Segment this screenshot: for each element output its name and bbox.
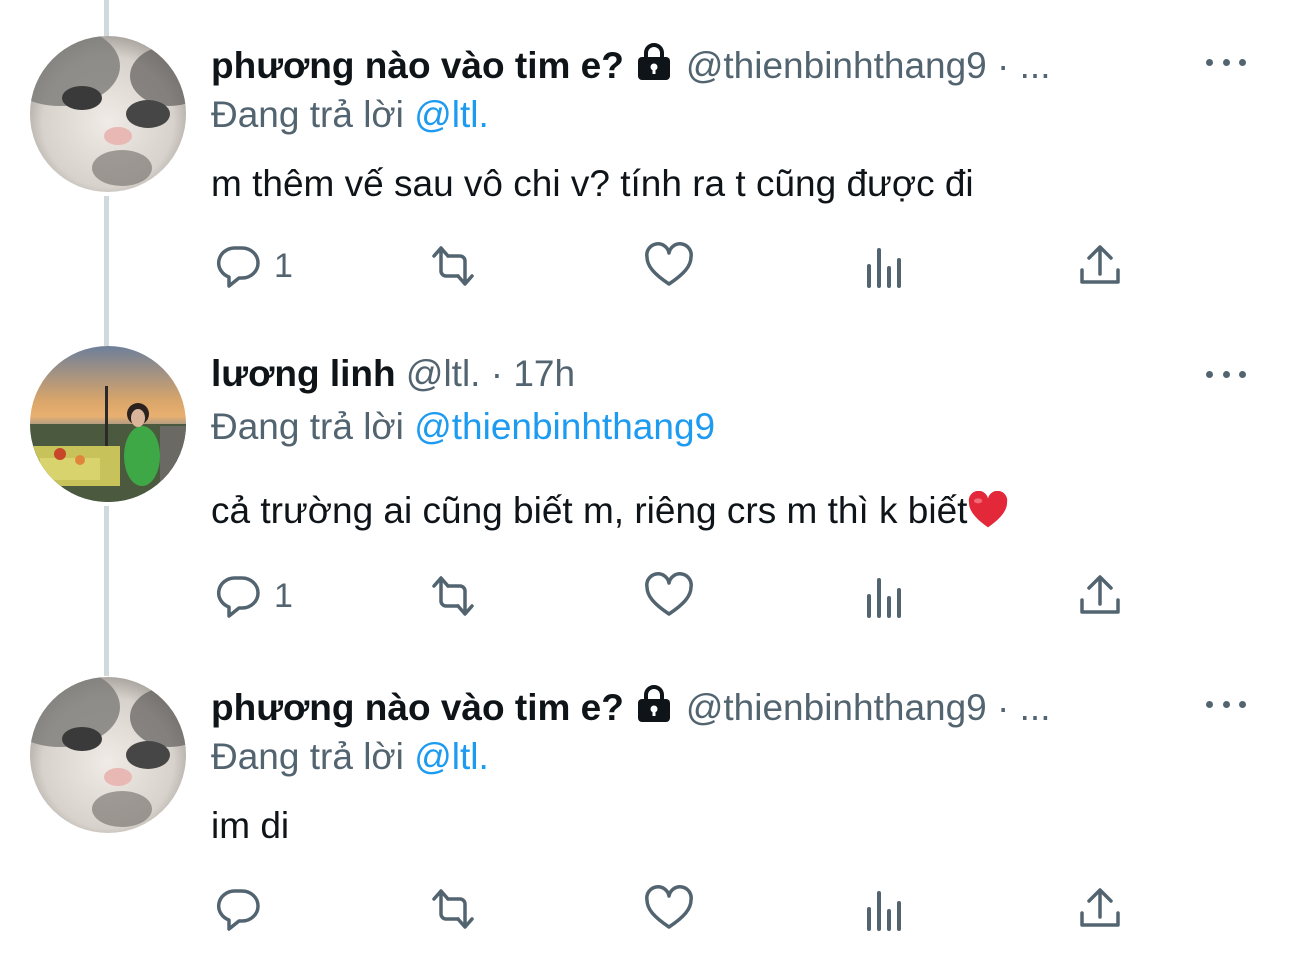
more-options-icon[interactable] bbox=[1206, 364, 1246, 384]
retweet-button[interactable] bbox=[426, 572, 480, 620]
tweet-meta: · ... bbox=[997, 45, 1051, 86]
analytics-icon bbox=[867, 891, 901, 931]
like-button[interactable] bbox=[644, 242, 694, 290]
reply-icon bbox=[216, 889, 260, 931]
like-button[interactable] bbox=[644, 885, 694, 933]
tweet-timestamp[interactable]: · 17h bbox=[491, 353, 575, 394]
retweet-icon bbox=[432, 889, 474, 929]
tweet-actions: 1 bbox=[0, 572, 1290, 632]
reply-mention-link[interactable]: @ltl. bbox=[414, 736, 489, 777]
display-name[interactable]: lương linh bbox=[211, 353, 396, 394]
share-button[interactable] bbox=[1078, 242, 1122, 290]
heart-icon bbox=[645, 885, 693, 929]
lock-icon bbox=[634, 684, 674, 735]
tweet-text-container: cả trường ai cũng biết m, riêng crs m th… bbox=[211, 487, 1009, 541]
more-options-icon[interactable] bbox=[1206, 694, 1246, 714]
tweet[interactable]: phương nào vào tim e? @thienbinhthang9 · … bbox=[0, 0, 1290, 330]
share-icon bbox=[1080, 888, 1120, 927]
tweet-actions bbox=[0, 885, 1290, 945]
replying-to: Đang trả lời @ltl. bbox=[211, 734, 489, 780]
replying-to-label: Đang trả lời bbox=[211, 94, 404, 135]
tweet[interactable]: lương linh @ltl. · 17h Đang trả lời @thi… bbox=[0, 330, 1290, 660]
reply-icon bbox=[216, 576, 260, 618]
tweet-header: lương linh @ltl. · 17h bbox=[211, 351, 575, 397]
analytics-icon bbox=[867, 248, 901, 288]
views-button[interactable] bbox=[864, 885, 908, 933]
reply-count: 1 bbox=[274, 576, 293, 615]
user-handle[interactable]: @thienbinhthang9 bbox=[686, 45, 987, 86]
retweet-button[interactable] bbox=[426, 242, 480, 290]
lock-icon bbox=[634, 42, 674, 93]
retweet-button[interactable] bbox=[426, 885, 480, 933]
avatar[interactable] bbox=[30, 677, 186, 833]
retweet-icon bbox=[432, 576, 474, 616]
tweet-meta: · ... bbox=[997, 687, 1051, 728]
reply-mention-link[interactable]: @thienbinhthang9 bbox=[414, 406, 715, 447]
retweet-icon bbox=[432, 246, 474, 286]
cat-avatar-image bbox=[30, 677, 186, 833]
more-options-icon[interactable] bbox=[1206, 52, 1246, 72]
reply-button[interactable] bbox=[214, 885, 274, 933]
share-button[interactable] bbox=[1078, 572, 1122, 620]
tweet-text: cả trường ai cũng biết m, riêng crs m th… bbox=[211, 490, 968, 531]
tweet-text: m thêm vế sau vô chi v? tính ra t cũng đ… bbox=[211, 163, 974, 204]
share-icon bbox=[1080, 575, 1120, 614]
heart-icon bbox=[645, 572, 693, 616]
views-button[interactable] bbox=[864, 572, 908, 620]
cat-avatar-image bbox=[30, 36, 186, 192]
reply-count: 1 bbox=[274, 246, 293, 285]
avatar[interactable] bbox=[30, 346, 186, 502]
reply-icon bbox=[216, 246, 260, 288]
like-button[interactable] bbox=[644, 572, 694, 620]
tweet-header: phương nào vào tim e? @thienbinhthang9 · … bbox=[211, 42, 1051, 93]
reply-button[interactable]: 1 bbox=[214, 572, 293, 620]
tweet-header: phương nào vào tim e? @thienbinhthang9 · … bbox=[211, 684, 1051, 735]
user-handle[interactable]: @thienbinhthang9 bbox=[686, 687, 987, 728]
replying-to-label: Đang trả lời bbox=[211, 406, 404, 447]
tweet[interactable]: phương nào vào tim e? @thienbinhthang9 · … bbox=[0, 660, 1290, 959]
heart-icon bbox=[645, 242, 693, 286]
reply-mention-link[interactable]: @ltl. bbox=[414, 94, 489, 135]
share-button[interactable] bbox=[1078, 885, 1122, 933]
views-button[interactable] bbox=[864, 242, 908, 290]
analytics-icon bbox=[867, 578, 901, 618]
display-name[interactable]: phương nào vào tim e? bbox=[211, 45, 624, 86]
display-name[interactable]: phương nào vào tim e? bbox=[211, 687, 624, 728]
replying-to: Đang trả lời @ltl. bbox=[211, 92, 489, 138]
red-heart-emoji bbox=[967, 490, 1009, 541]
replying-to-label: Đang trả lời bbox=[211, 736, 404, 777]
avatar[interactable] bbox=[30, 36, 186, 192]
tweet-text: im di bbox=[211, 805, 290, 846]
user-handle[interactable]: @ltl. bbox=[406, 353, 481, 394]
replying-to: Đang trả lời @thienbinhthang9 bbox=[211, 404, 715, 450]
tweet-actions: 1 bbox=[0, 242, 1290, 302]
share-icon bbox=[1080, 245, 1120, 284]
sunset-picnic-avatar-image bbox=[30, 346, 186, 502]
reply-button[interactable]: 1 bbox=[214, 242, 293, 290]
